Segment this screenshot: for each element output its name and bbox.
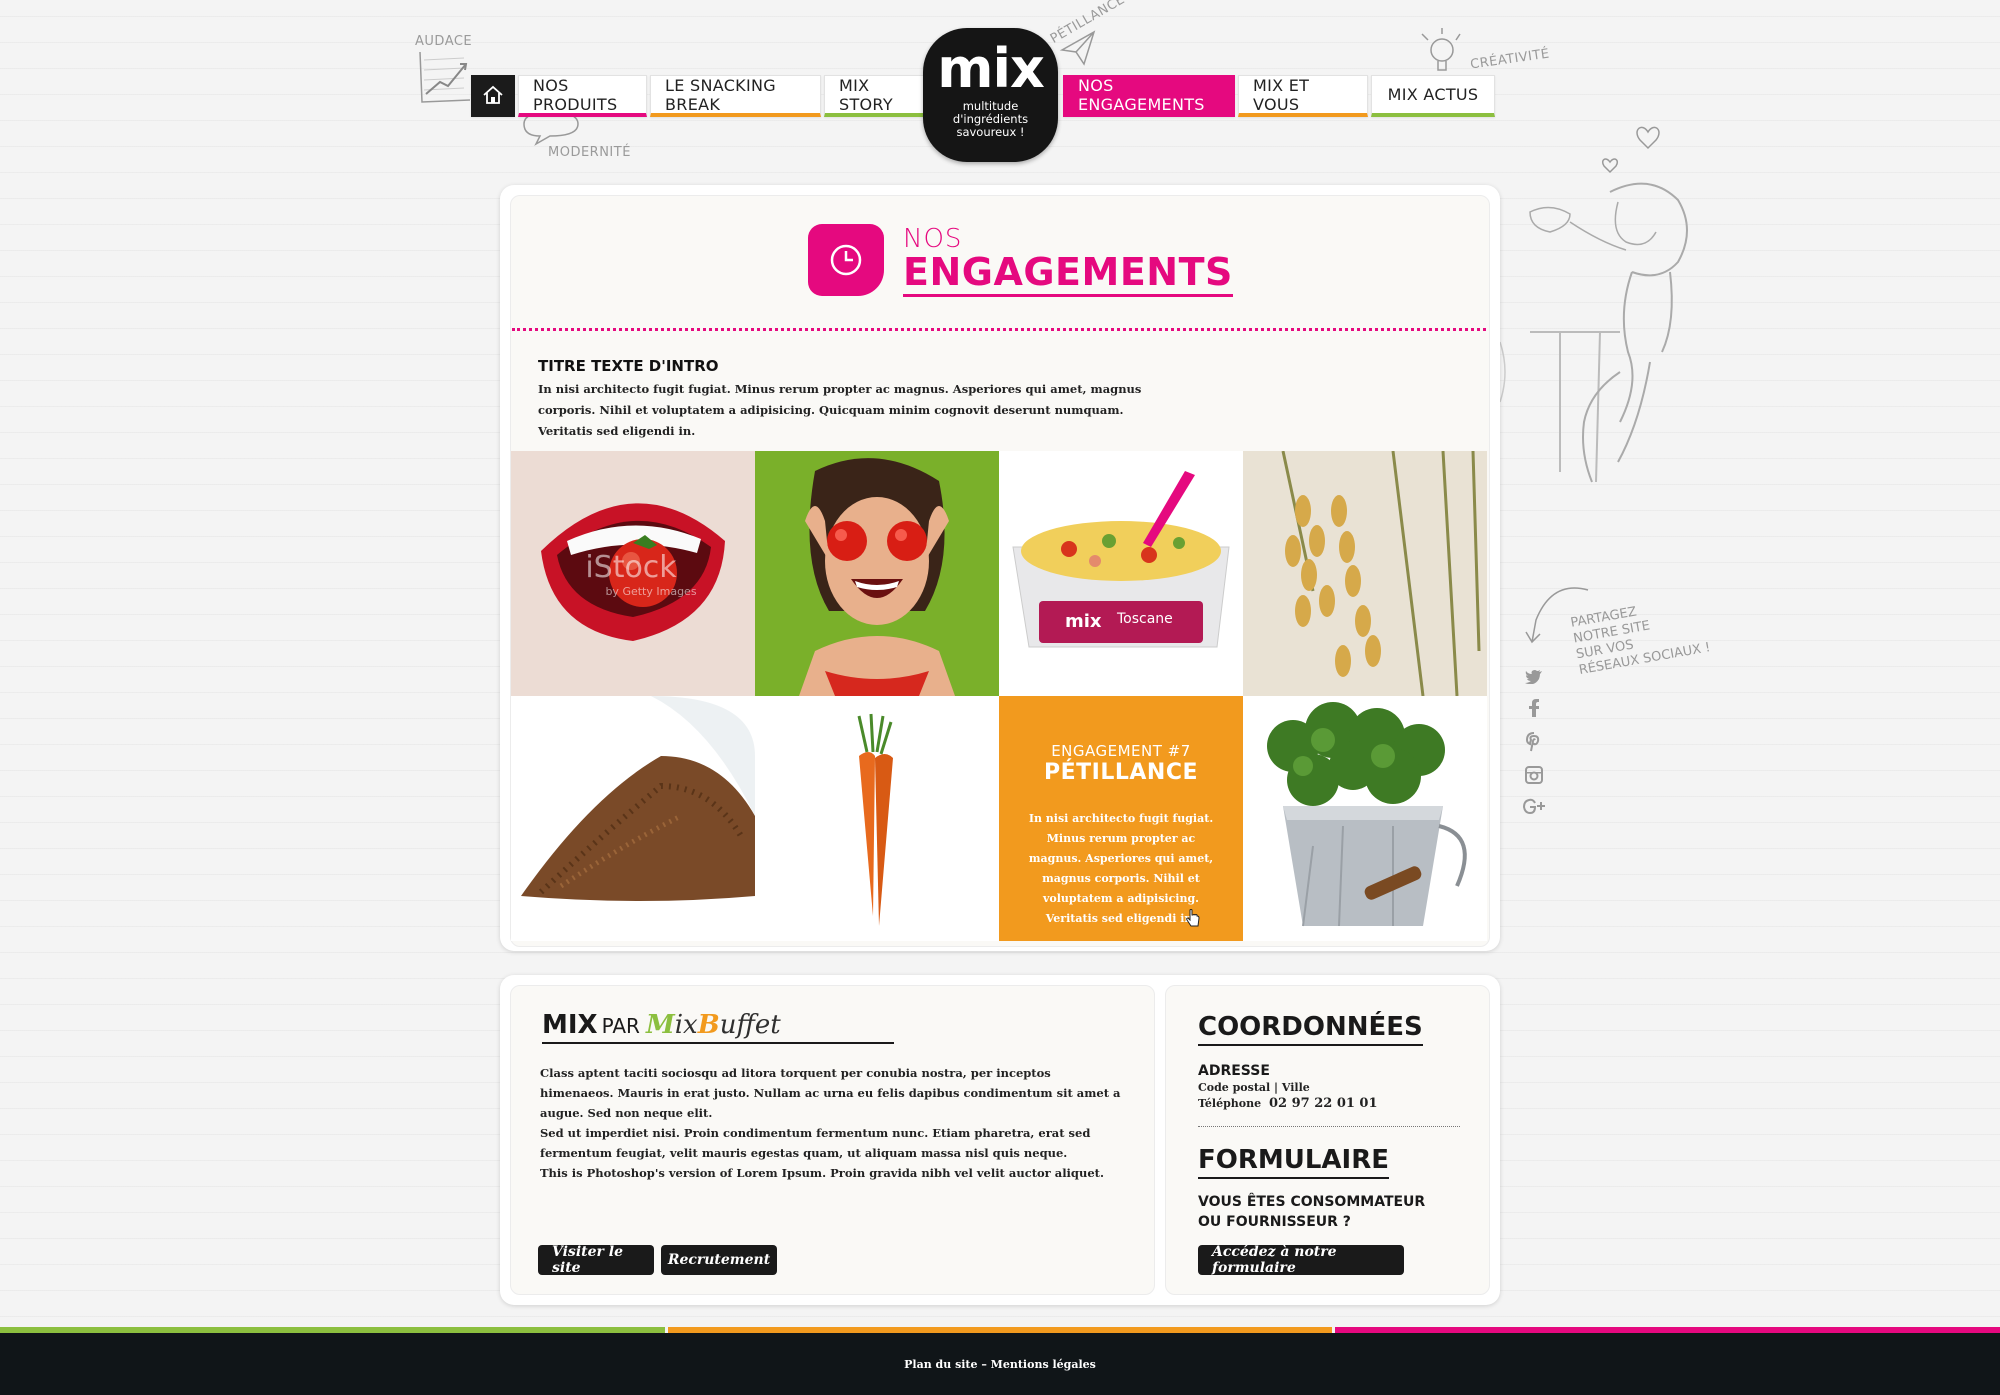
nav-mix-actus[interactable]: MIX ACTUS: [1371, 75, 1495, 117]
clock-icon: [808, 224, 884, 296]
svg-text:iStock: iStock: [585, 550, 677, 585]
page-title: ENGAGEMENTS: [903, 250, 1233, 297]
tile-woman-tomatoes[interactable]: [755, 451, 999, 696]
woman-illustration: [1500, 126, 1688, 483]
form-question: VOUS ÊTES CONSOMMATEUR OU FOURNISSEUR ?: [1198, 1194, 1426, 1230]
recruitment-button[interactable]: Recrutement: [661, 1245, 777, 1275]
paper-plane-doodle-icon: [1059, 30, 1096, 66]
postal-code-city: Code postal | Ville: [1198, 1081, 1310, 1094]
google-plus-icon[interactable]: [1523, 796, 1545, 818]
svg-text:mix: mix: [1065, 611, 1102, 632]
tile-salad-box[interactable]: mix Toscane: [999, 451, 1243, 696]
parsley-bucket-image: [1243, 696, 1487, 941]
phone-number: 02 97 22 01 01: [1268, 1096, 1378, 1111]
lightbulb-doodle-icon: [1421, 28, 1461, 71]
cursor-hand-icon: [1186, 909, 1200, 927]
tile-engagement-highlight[interactable]: ENGAGEMENT #7 PÉTILLANCE In nisi archite…: [999, 696, 1243, 941]
engagements-grid: iStock by Getty Images mix Toscane ENGAG…: [511, 451, 1487, 941]
nav-le-snacking-break[interactable]: LE SNACKING BREAK: [650, 75, 821, 117]
svg-text:by Getty Images: by Getty Images: [605, 585, 696, 598]
nav-nos-produits[interactable]: NOS PRODUITS: [518, 75, 647, 117]
doodle-modernite: MODERNITÉ: [548, 145, 631, 160]
carrots-image: [755, 696, 999, 941]
facebook-icon[interactable]: [1523, 697, 1545, 719]
phone-line: Téléphone 02 97 22 01 01: [1198, 1096, 1378, 1111]
mixbuffet-mix: MIX: [542, 1010, 598, 1040]
coord-divider: [1198, 1126, 1460, 1127]
tile-parsley-bucket[interactable]: [1243, 696, 1487, 941]
dotted-divider: [512, 328, 1486, 331]
mixbuffet-par: PAR: [601, 1014, 640, 1038]
nav-mix-et-vous[interactable]: MIX ET VOUS: [1238, 75, 1368, 117]
nav-nos-engagements[interactable]: NOS ENGAGEMENTS: [1063, 75, 1235, 117]
visit-site-button[interactable]: Visiter le site: [538, 1244, 654, 1276]
twitter-icon[interactable]: [1523, 665, 1545, 687]
tile-wheat[interactable]: [1243, 451, 1487, 696]
mouth-tomato-image: iStock by Getty Images: [511, 451, 755, 696]
intro-title: TITRE TEXTE D'INTRO: [538, 357, 719, 375]
mixbuffet-text: Class aptent taciti sociosqu ad litora t…: [540, 1066, 1121, 1180]
footer-links[interactable]: Plan du site – Mentions légales: [0, 1358, 2000, 1371]
tile-carrots[interactable]: [755, 696, 999, 941]
formulaire-title: FORMULAIRE: [1198, 1143, 1390, 1179]
chart-doodle-icon: [419, 51, 471, 103]
engagement-number: ENGAGEMENT #7: [1051, 742, 1191, 760]
form-access-button[interactable]: Accédez à notre formulaire: [1198, 1244, 1404, 1276]
tile-buckwheat[interactable]: [511, 696, 755, 941]
mixbuffet-logo: MixBuffet: [645, 1010, 781, 1040]
doodle-audace: AUDACE: [415, 34, 473, 49]
logo-wordmark: mix: [937, 37, 1045, 100]
nav-mix-story[interactable]: MIX STORY: [824, 75, 925, 117]
svg-text:Toscane: Toscane: [1116, 611, 1173, 627]
tile-mouth-tomato[interactable]: iStock by Getty Images: [511, 451, 755, 696]
salad-box-image: mix Toscane: [999, 451, 1243, 696]
coordonnees-title: COORDONNÉES: [1198, 1010, 1423, 1046]
address-label: ADRESSE: [1198, 1063, 1270, 1079]
logo-tagline-3: savoureux !: [956, 125, 1025, 139]
home-icon: [483, 85, 503, 104]
intro-text: In nisi architecto fugit fugiat. Minus r…: [538, 382, 1142, 438]
doodle-creativite: CRÉATIVITÉ: [1469, 46, 1551, 73]
home-button[interactable]: [471, 75, 515, 117]
mix-logo[interactable]: mix multitude d'ingrédients savoureux !: [923, 28, 1058, 162]
wheat-image: [1243, 451, 1487, 696]
buckwheat-image: [511, 696, 755, 941]
instagram-icon[interactable]: [1523, 764, 1545, 786]
pinterest-icon[interactable]: [1523, 731, 1545, 753]
main-nav-right: NOS ENGAGEMENTS MIX ET VOUS MIX ACTUS: [1063, 75, 1498, 117]
engagement-title: PÉTILLANCE: [1044, 760, 1198, 785]
main-nav-left: NOS PRODUITS LE SNACKING BREAK MIX STORY: [471, 75, 928, 117]
woman-tomatoes-image: [755, 451, 999, 696]
mixbuffet-heading: MIX PAR MixBuffet: [542, 1010, 894, 1044]
